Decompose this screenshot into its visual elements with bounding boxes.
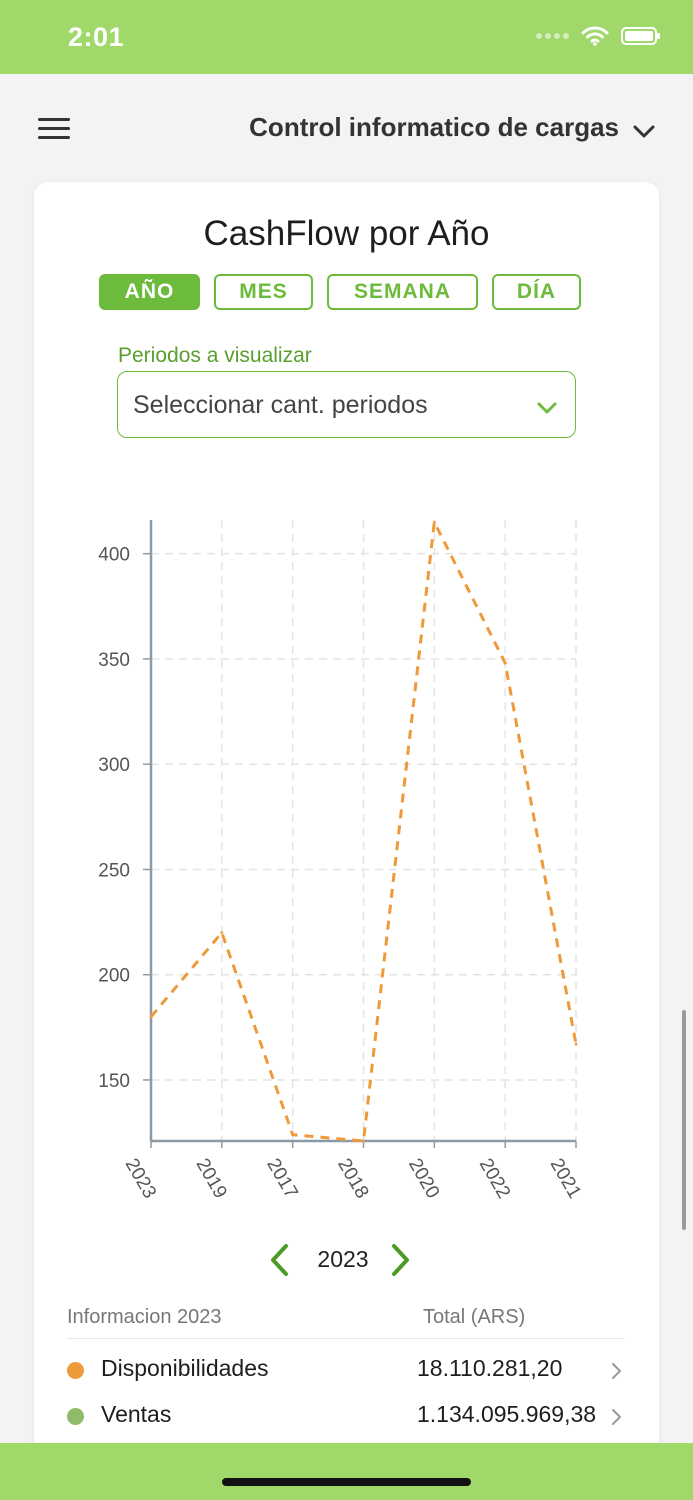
cashflow-chart: 150 200 250 300 350 400 2023 2019 2017 2018 2020 20…	[74, 502, 634, 1222]
chevron-right-icon	[612, 1409, 621, 1425]
y-tick-label: 150	[98, 1071, 130, 1092]
x-tick-label: 2019	[192, 1155, 231, 1202]
card-title: CashFlow por Año	[203, 214, 490, 253]
y-tick-label: 200	[98, 966, 130, 987]
tab-dia[interactable]: DÍA	[492, 274, 581, 310]
y-tick-label: 250	[98, 860, 130, 881]
chevron-down-icon	[537, 402, 557, 414]
data-point	[574, 1042, 578, 1046]
scroll-indicator[interactable]	[682, 1010, 686, 1230]
chevron-right-icon	[612, 1363, 621, 1379]
info-total-header: Total (ARS)	[423, 1306, 526, 1328]
y-tick-label: 350	[98, 650, 130, 671]
year-label: 2023	[317, 1246, 369, 1272]
x-tick-label: 2021	[546, 1155, 585, 1202]
data-point	[220, 931, 224, 935]
info-row-disponibilidades[interactable]: Disponibilidades 18.110.281,20	[67, 1350, 627, 1390]
info-row-ventas[interactable]: Ventas 1.134.095.969,38	[67, 1396, 627, 1436]
row-label: Disponibilidades	[101, 1355, 269, 1381]
data-point	[503, 661, 507, 665]
hamburger-icon[interactable]	[38, 118, 70, 140]
tab-mes[interactable]: MES	[214, 274, 313, 310]
status-bar: 2:01	[0, 0, 693, 74]
cashflow-card: CashFlow por Año AÑO MES SEMANA DÍA Peri…	[34, 182, 659, 1462]
row-value: 1.134.095.969,38	[417, 1401, 597, 1427]
info-title: Informacion 2023	[67, 1306, 222, 1328]
x-tick-label: 2020	[404, 1155, 443, 1202]
legend-dot	[67, 1362, 84, 1379]
bottom-bar	[0, 1443, 693, 1500]
y-tick-label: 300	[98, 755, 130, 776]
row-label: Ventas	[101, 1401, 172, 1427]
row-value: 18.110.281,20	[417, 1355, 563, 1381]
chevron-down-icon[interactable]	[631, 118, 657, 144]
battery-icon	[621, 27, 660, 45]
status-time: 2:01	[68, 22, 125, 52]
data-point	[432, 520, 436, 524]
app-header: Control informatico de cargas	[0, 74, 693, 180]
year-nav: 2023	[264, 1240, 424, 1280]
chevron-right-icon[interactable]	[386, 1242, 414, 1278]
home-indicator[interactable]	[222, 1478, 471, 1486]
y-tick-label: 400	[98, 545, 130, 566]
tab-ano[interactable]: AÑO	[99, 274, 200, 310]
period-select-placeholder: Seleccionar cant. periodos	[133, 391, 428, 419]
chart-svg: 150 200 250 300 350 400 2023 2019 2017 2018 2020 20…	[98, 520, 585, 1202]
x-tick-label: 2018	[333, 1155, 372, 1202]
info-header: Informacion 2023 Total (ARS)	[67, 1302, 625, 1339]
tab-semana[interactable]: SEMANA	[327, 274, 478, 310]
period-tabs: AÑO MES SEMANA DÍA	[99, 274, 581, 310]
period-label: Periodos a visualizar	[118, 344, 312, 367]
signal-icon	[536, 33, 569, 39]
chevron-left-icon[interactable]	[266, 1242, 294, 1278]
x-tick-label: 2023	[121, 1155, 160, 1202]
data-point	[149, 1015, 153, 1019]
x-tick-label: 2022	[475, 1155, 514, 1202]
wifi-icon	[581, 26, 609, 46]
legend-dot	[67, 1408, 84, 1425]
x-tick-label: 2017	[262, 1155, 301, 1202]
data-point	[362, 1139, 365, 1143]
header-title[interactable]: Control informatico de cargas	[249, 112, 619, 143]
period-select[interactable]: Seleccionar cant. periodos	[117, 371, 576, 438]
data-point	[291, 1133, 295, 1137]
status-icons	[536, 26, 660, 46]
